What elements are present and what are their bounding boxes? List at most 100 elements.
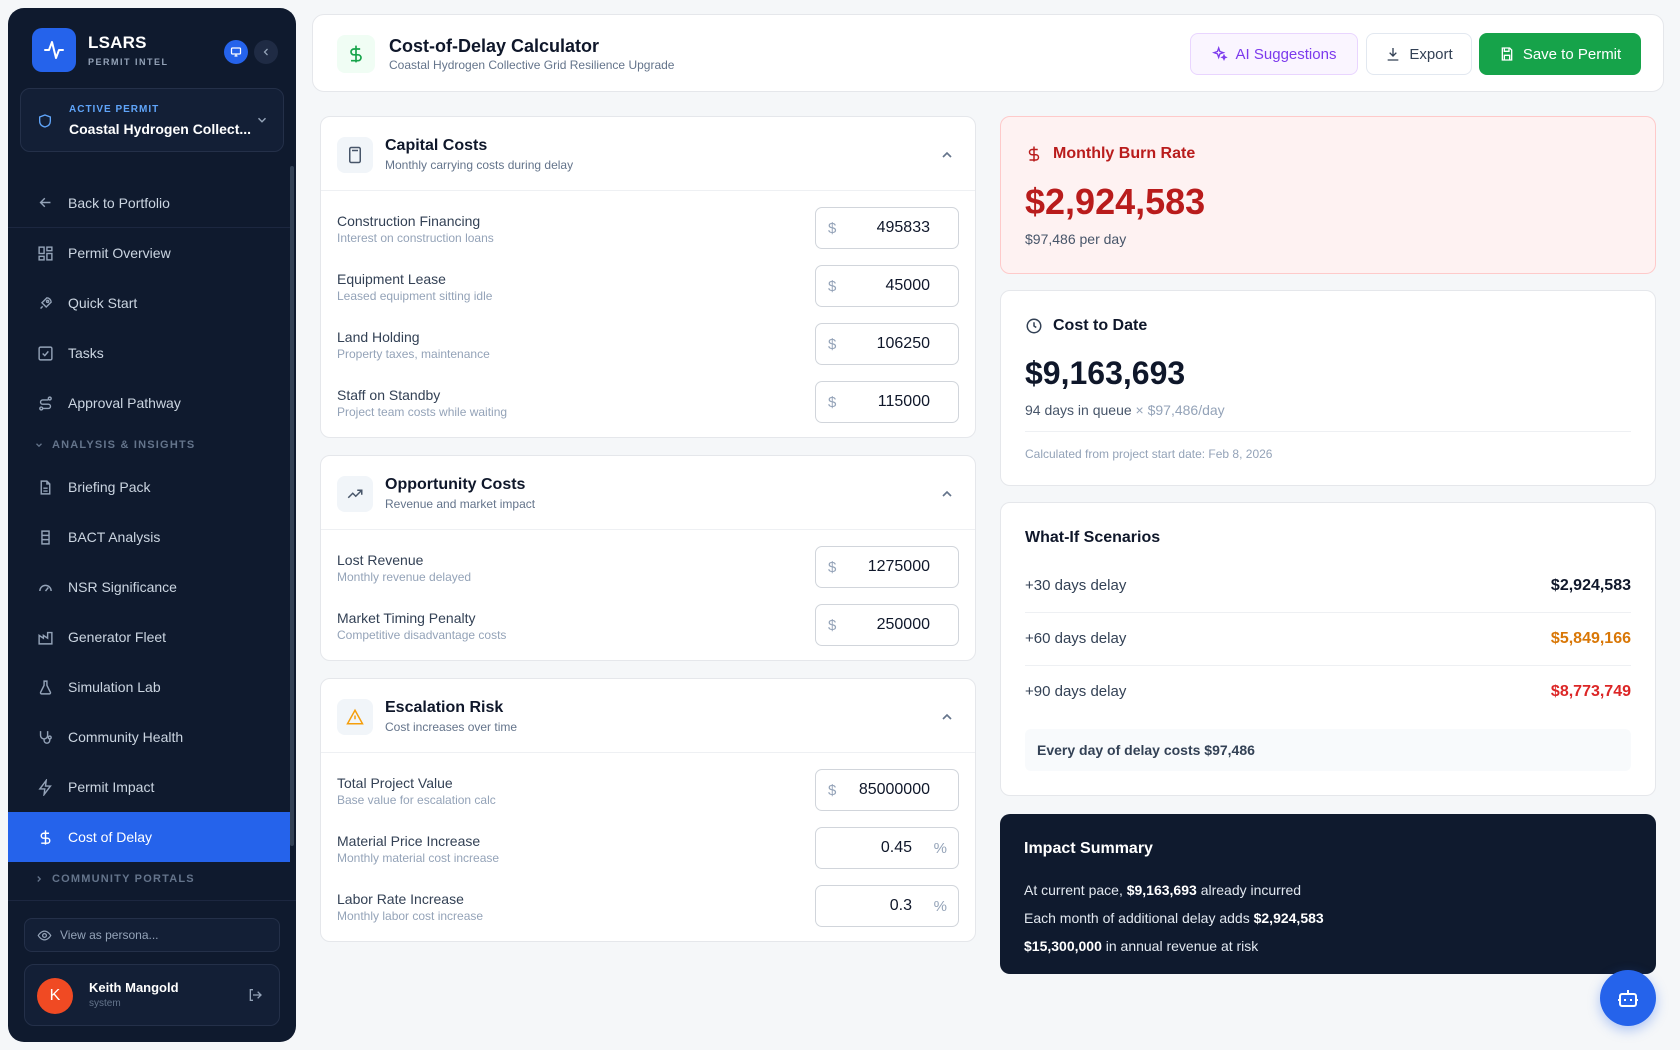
- nav-cost-of-delay[interactable]: Cost of Delay: [8, 812, 290, 862]
- row-description: Competitive disadvantage costs: [337, 628, 507, 642]
- nav-label: NSR Significance: [68, 579, 177, 595]
- brand-name: LSARS: [88, 33, 147, 52]
- page-header: Cost-of-Delay Calculator Coastal Hydroge…: [312, 14, 1664, 92]
- nav-nsr-significance[interactable]: NSR Significance: [8, 562, 290, 612]
- text: in annual revenue at risk: [1105, 938, 1259, 954]
- nav-section-analysis[interactable]: ANALYSIS & INSIGHTS: [8, 428, 290, 462]
- impact-line-incurred: At current pace, $9,163,693 already incu…: [1024, 882, 1301, 898]
- percent-suffix: %: [933, 840, 947, 857]
- row-label: Total Project Value: [337, 775, 453, 791]
- market-timing-penalty-input[interactable]: $250000: [815, 604, 959, 646]
- capital-costs-header[interactable]: Capital Costs Monthly carrying costs dur…: [321, 117, 975, 191]
- calculator-icon: [337, 137, 373, 173]
- land-holding-input[interactable]: $106250: [815, 323, 959, 365]
- nav-section-label: ANALYSIS & INSIGHTS: [52, 439, 196, 451]
- scenario-row: +90 days delay $8,773,749: [1025, 667, 1631, 719]
- brand: LSARS PERMIT INTEL: [32, 28, 169, 72]
- total-project-value-input[interactable]: $85000000: [815, 769, 959, 811]
- avatar: K: [37, 978, 73, 1014]
- nav-briefing-pack[interactable]: Briefing Pack: [8, 462, 290, 512]
- row-label: Equipment Lease: [337, 271, 446, 287]
- gauge-icon: [36, 578, 54, 596]
- nav-tasks[interactable]: Tasks: [8, 328, 290, 378]
- escalation-risk-section: Escalation Risk Cost increases over time…: [320, 678, 976, 942]
- lost-revenue-input[interactable]: $1275000: [815, 546, 959, 588]
- messages-button[interactable]: [224, 40, 248, 64]
- input-value: 115000: [877, 393, 930, 410]
- bot-icon: [1618, 990, 1638, 1007]
- text: Each month of additional delay adds: [1024, 910, 1250, 926]
- section-subtitle: Cost increases over time: [385, 720, 518, 734]
- escalation-risk-header[interactable]: Escalation Risk Cost increases over time: [321, 679, 975, 753]
- nav-approval-pathway[interactable]: Approval Pathway: [8, 378, 290, 428]
- nav-section-community-portals[interactable]: COMMUNITY PORTALS: [8, 862, 290, 896]
- input-value: 250000: [876, 616, 930, 633]
- annual-revenue-amount: $15,300,000: [1024, 938, 1102, 954]
- row-description: Property taxes, maintenance: [337, 347, 490, 361]
- save-to-permit-button[interactable]: Save to Permit: [1479, 33, 1641, 75]
- impact-summary-card: Impact Summary At current pace, $9,163,6…: [1000, 814, 1656, 974]
- trending-up-icon: [337, 476, 373, 512]
- nav-permit-impact[interactable]: Permit Impact: [8, 762, 290, 812]
- collapse-sidebar-button[interactable]: [254, 40, 278, 64]
- input-value: 45000: [885, 277, 931, 294]
- view-as-persona-button[interactable]: View as persona...: [24, 918, 280, 952]
- equipment-lease-input[interactable]: $45000: [815, 265, 959, 307]
- nav-generator-fleet[interactable]: Generator Fleet: [8, 612, 290, 662]
- nav-permit-overview[interactable]: Permit Overview: [8, 228, 290, 278]
- user-card: K Keith Mangold system: [24, 964, 280, 1026]
- user-role: system: [89, 998, 121, 1009]
- active-permit-name: Coastal Hydrogen Collect...: [69, 121, 252, 137]
- staff-on-standby-input[interactable]: $115000: [815, 381, 959, 423]
- burn-rate-value: $2,924,583: [1025, 181, 1206, 222]
- ai-suggestions-button[interactable]: AI Suggestions: [1190, 33, 1358, 75]
- section-title: Escalation Risk: [385, 699, 504, 716]
- nav-back-to-portfolio[interactable]: Back to Portfolio: [8, 178, 290, 228]
- dollar-sign-icon: [1025, 145, 1043, 163]
- opportunity-costs-section: Opportunity Costs Revenue and market imp…: [320, 455, 976, 661]
- row-description: Project team costs while waiting: [337, 405, 508, 419]
- nav-quick-start[interactable]: Quick Start: [8, 278, 290, 328]
- sidebar-scrollbar[interactable]: [290, 166, 294, 846]
- export-button[interactable]: Export: [1366, 33, 1472, 75]
- nav-label: Approval Pathway: [68, 395, 181, 411]
- chevron-up-icon[interactable]: [939, 147, 955, 163]
- section-title: Opportunity Costs: [385, 476, 526, 493]
- assistant-bot-button[interactable]: [1600, 970, 1656, 1026]
- nav-label: Cost of Delay: [68, 829, 153, 845]
- chevron-down-icon: [257, 117, 267, 123]
- labor-rate-increase-input[interactable]: 0.3%: [815, 885, 959, 927]
- active-permit-label: ACTIVE PERMIT: [69, 104, 160, 115]
- nav-community-health[interactable]: Community Health: [8, 712, 290, 762]
- construction-financing-input[interactable]: $495833: [815, 207, 959, 249]
- nav-label: BACT Analysis: [68, 529, 161, 545]
- logout-icon[interactable]: [247, 987, 263, 1003]
- currency-prefix: $: [828, 617, 837, 634]
- chevron-left-icon: [263, 48, 268, 56]
- opportunity-costs-header[interactable]: Opportunity Costs Revenue and market imp…: [321, 456, 975, 530]
- section-title: Capital Costs: [385, 137, 488, 154]
- sparkles-icon: [1211, 46, 1228, 62]
- nav-simulation-lab[interactable]: Simulation Lab: [8, 662, 290, 712]
- capital-costs-section: Capital Costs Monthly carrying costs dur…: [320, 116, 976, 438]
- incurred-amount: $9,163,693: [1126, 882, 1197, 898]
- scenario-row: +30 days delay $2,924,583: [1025, 561, 1631, 613]
- active-permit-selector[interactable]: ACTIVE PERMIT Coastal Hydrogen Collect..…: [20, 88, 284, 152]
- row-label: Construction Financing: [337, 213, 481, 229]
- user-name: Keith Mangold: [89, 980, 179, 995]
- impact-line-monthly: Each month of additional delay adds $2,9…: [1024, 910, 1324, 926]
- what-if-scenarios-card: What-If Scenarios +30 days delay $2,924,…: [1000, 502, 1656, 796]
- page-title: Cost-of-Delay Calculator: [389, 36, 600, 56]
- scenario-value: $2,924,583: [1550, 577, 1631, 594]
- chevron-up-icon[interactable]: [939, 486, 955, 502]
- nav-bact-analysis[interactable]: BACT Analysis: [8, 512, 290, 562]
- nav-label: Generator Fleet: [68, 629, 167, 645]
- material-price-increase-input[interactable]: 0.45%: [815, 827, 959, 869]
- chevron-up-icon[interactable]: [939, 709, 955, 725]
- scenario-label: +60 days delay: [1025, 630, 1127, 647]
- flask-icon: [36, 678, 54, 696]
- nav-label: Back to Portfolio: [68, 194, 170, 211]
- input-value: 1275000: [867, 558, 930, 575]
- input-value: 495833: [876, 219, 930, 236]
- impact-line-annual: $15,300,000 in annual revenue at risk: [1024, 938, 1258, 954]
